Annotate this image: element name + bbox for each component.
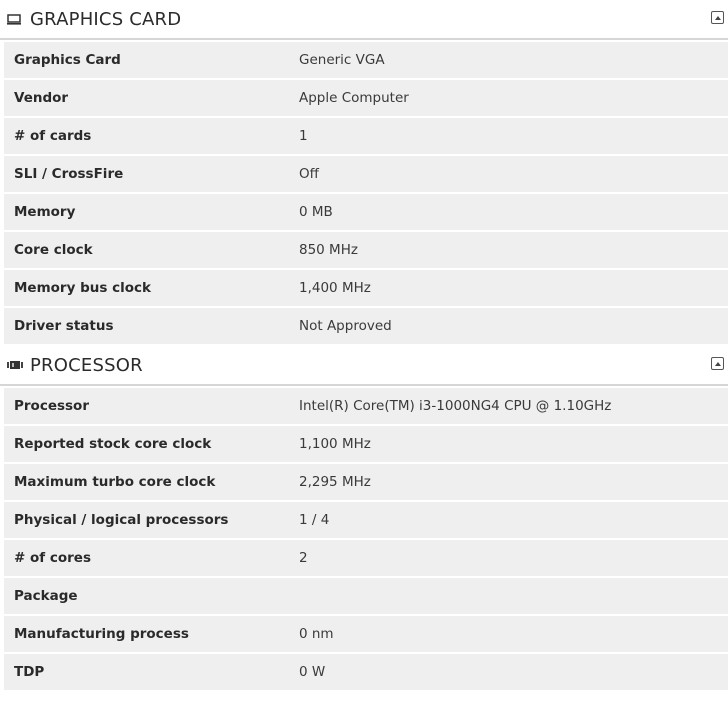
- processor-section: PROCESSOR Processor Intel(R) Core(TM) i3-…: [0, 346, 728, 690]
- row-label: Memory bus clock: [14, 280, 151, 296]
- row-label: # of cards: [14, 128, 92, 144]
- row-label: Package: [14, 588, 78, 604]
- row-value: Not Approved: [299, 318, 392, 334]
- processor-table: Processor Intel(R) Core(TM) i3-1000NG4 CP…: [0, 388, 728, 690]
- row-value: 2,295 MHz: [299, 474, 371, 490]
- row-value: Apple Computer: [299, 90, 409, 106]
- collapse-button[interactable]: [711, 11, 724, 24]
- section-header-processor: PROCESSOR: [0, 346, 728, 386]
- section-title: GRAPHICS CARD: [30, 8, 182, 30]
- row-value: 1,100 MHz: [299, 436, 371, 452]
- row-value: 0 MB: [299, 204, 333, 220]
- graphics-card-table: Graphics Card Generic VGA Vendor Apple Com…: [0, 42, 728, 344]
- table-row: Graphics Card Generic VGA: [4, 42, 728, 78]
- row-label: Memory: [14, 204, 76, 220]
- collapse-button[interactable]: [711, 357, 724, 370]
- row-label: Maximum turbo core clock: [14, 474, 216, 490]
- row-value: 1: [299, 128, 308, 144]
- row-label: # of cores: [14, 550, 91, 566]
- table-row: Memory 0 MB: [4, 194, 728, 230]
- table-row: # of cores 2: [4, 540, 728, 576]
- table-row: TDP 0 W: [4, 654, 728, 690]
- row-value: 1 / 4: [299, 512, 330, 528]
- row-label: Reported stock core clock: [14, 436, 212, 452]
- chevron-up-icon: [714, 361, 721, 366]
- row-value: 850 MHz: [299, 242, 358, 258]
- table-row: Core clock 850 MHz: [4, 232, 728, 268]
- table-row: Physical / logical processors 1 / 4: [4, 502, 728, 538]
- row-label: Manufacturing process: [14, 626, 189, 642]
- table-row: Reported stock core clock 1,100 MHz: [4, 426, 728, 462]
- table-row: # of cards 1: [4, 118, 728, 154]
- row-label: TDP: [14, 664, 45, 680]
- row-label: Driver status: [14, 318, 114, 334]
- row-label: Processor: [14, 398, 89, 414]
- table-row: Package: [4, 578, 728, 614]
- row-value: 0 nm: [299, 626, 334, 642]
- table-row: Processor Intel(R) Core(TM) i3-1000NG4 CP…: [4, 388, 728, 424]
- row-value: Off: [299, 166, 319, 182]
- section-header-graphics-card: GRAPHICS CARD: [0, 0, 728, 40]
- table-row: Maximum turbo core clock 2,295 MHz: [4, 464, 728, 500]
- row-label: Physical / logical processors: [14, 512, 229, 528]
- row-value: 1,400 MHz: [299, 280, 371, 296]
- row-label: Core clock: [14, 242, 93, 258]
- row-value: Generic VGA: [299, 52, 385, 68]
- table-row: Driver status Not Approved: [4, 308, 728, 344]
- graphics-card-section: GRAPHICS CARD Graphics Card Generic VGA V…: [0, 0, 728, 344]
- monitor-icon: [7, 13, 23, 25]
- row-value: 0 W: [299, 664, 326, 680]
- row-value: Intel(R) Core(TM) i3-1000NG4 CPU @ 1.10G…: [299, 398, 612, 414]
- table-row: Manufacturing process 0 nm: [4, 616, 728, 652]
- table-row: Memory bus clock 1,400 MHz: [4, 270, 728, 306]
- row-label: Vendor: [14, 90, 69, 106]
- table-row: SLI / CrossFire Off: [4, 156, 728, 192]
- row-value: 2: [299, 550, 308, 566]
- cpu-chip-icon: [7, 359, 23, 371]
- row-label: Graphics Card: [14, 52, 121, 68]
- table-row: Vendor Apple Computer: [4, 80, 728, 116]
- row-label: SLI / CrossFire: [14, 166, 124, 182]
- chevron-up-icon: [714, 15, 721, 20]
- section-title: PROCESSOR: [30, 354, 143, 376]
